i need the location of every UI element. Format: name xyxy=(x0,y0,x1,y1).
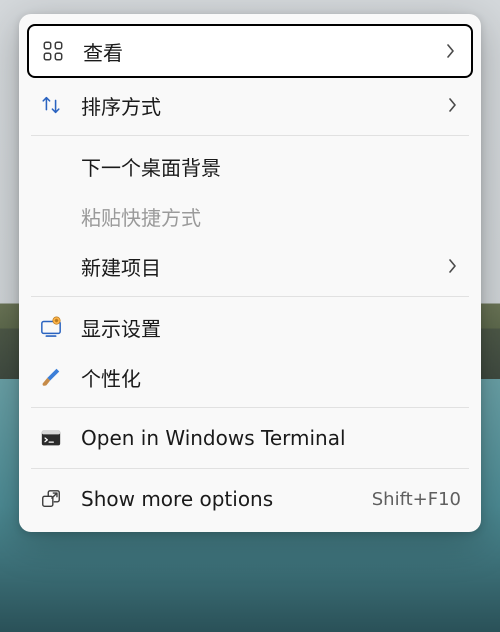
menu-item-label: Show more options xyxy=(81,487,364,511)
blank-icon xyxy=(37,152,65,180)
menu-item-new[interactable]: 新建项目 xyxy=(27,241,473,291)
menu-item-display-settings[interactable]: 显示设置 xyxy=(27,302,473,352)
menu-item-personalize[interactable]: 个性化 xyxy=(27,352,473,402)
context-menu: 查看 排序方式 下一个桌面背景 粘贴快捷方式 新建项目 xyxy=(19,14,481,532)
display-settings-icon xyxy=(37,313,65,341)
separator xyxy=(31,296,469,297)
menu-item-shortcut: Shift+F10 xyxy=(364,489,461,510)
blank-icon xyxy=(37,202,65,230)
paintbrush-icon xyxy=(37,363,65,391)
menu-item-open-terminal[interactable]: Open in Windows Terminal xyxy=(27,413,473,463)
grid-icon xyxy=(39,37,67,65)
separator xyxy=(31,135,469,136)
menu-item-label: 排序方式 xyxy=(81,91,443,120)
chevron-right-icon xyxy=(441,42,459,60)
more-options-icon xyxy=(37,485,65,513)
separator xyxy=(31,468,469,469)
sort-arrows-icon xyxy=(37,91,65,119)
menu-item-label: 新建项目 xyxy=(81,252,443,281)
menu-item-sort[interactable]: 排序方式 xyxy=(27,80,473,130)
separator xyxy=(31,407,469,408)
menu-item-paste-shortcut: 粘贴快捷方式 xyxy=(27,191,473,241)
menu-item-view[interactable]: 查看 xyxy=(27,24,473,78)
blank-icon xyxy=(37,252,65,280)
menu-item-label: 下一个桌面背景 xyxy=(81,152,461,181)
chevron-right-icon xyxy=(443,257,461,275)
menu-item-label: 个性化 xyxy=(81,363,461,392)
chevron-right-icon xyxy=(443,96,461,114)
menu-item-next-wallpaper[interactable]: 下一个桌面背景 xyxy=(27,141,473,191)
menu-item-label: Open in Windows Terminal xyxy=(81,426,461,450)
menu-item-label: 粘贴快捷方式 xyxy=(81,202,461,231)
menu-item-label: 查看 xyxy=(83,37,441,66)
terminal-icon xyxy=(37,424,65,452)
menu-item-more-options[interactable]: Show more options Shift+F10 xyxy=(27,474,473,524)
menu-item-label: 显示设置 xyxy=(81,313,461,342)
